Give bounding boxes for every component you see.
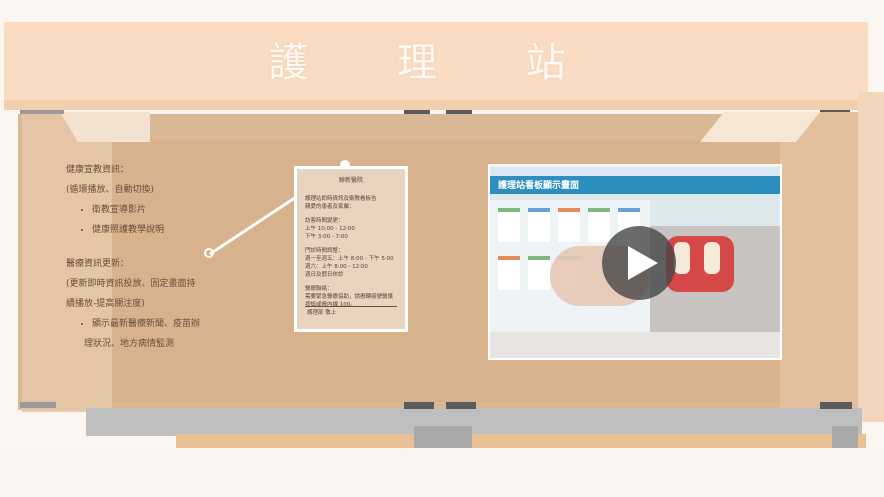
- clinic-sun: 週日及假日休診: [305, 272, 344, 278]
- clinic-title: 門診時間調整：: [305, 248, 344, 254]
- reminder-title: 醫療聯絡：: [305, 286, 333, 292]
- counter-base: [86, 408, 862, 436]
- visit-section: 訪客時間變更： 上午 10:00 - 12:00 下午 3:00 - 7:00: [305, 217, 397, 241]
- dashboard-card: [588, 208, 610, 242]
- visit-am: 上午 10:00 - 12:00: [305, 226, 355, 232]
- clinic-weekday: 週一至週五：上午 8:00 - 下午 5:00: [305, 256, 394, 262]
- clip-icon: [446, 402, 476, 409]
- callout-dot: [204, 248, 214, 258]
- booth-right-wall: [780, 112, 860, 412]
- medical-update-block: 醫療資訊更新： (更新即時資訊投放、固定畫面持 續播放-提高關注度) 顯示最新醫…: [66, 254, 226, 354]
- counter-base-edge: [176, 434, 866, 448]
- dashboard-card: [528, 208, 550, 242]
- notice-title: 聯新醫院: [338, 177, 363, 184]
- play-icon[interactable]: [628, 246, 658, 280]
- sign-title: 護 理 站: [268, 40, 604, 86]
- medical-update-item: 顯示最新醫療新聞、疫苗辦: [92, 314, 226, 334]
- medical-update-sub: (更新即時資訊投放、固定畫面持: [66, 279, 196, 289]
- notice-intro: 護理站即時資訊及衛教看板告 親愛的患者及家屬：: [305, 196, 377, 210]
- dashboard-card: [498, 208, 520, 242]
- video-footer: [490, 332, 780, 358]
- dashboard-card: [498, 256, 520, 290]
- visit-title: 訪客時間變更：: [305, 218, 344, 224]
- notice-footer: 護理部 敬上: [307, 310, 337, 316]
- divider: [305, 306, 397, 307]
- video-screen[interactable]: 護理站看板顯示畫面: [488, 164, 782, 360]
- medical-update-sub: 續播放-提高關注度): [66, 299, 145, 309]
- visit-pm: 下午 3:00 - 7:00: [305, 234, 348, 240]
- tooth-icon: [704, 242, 720, 274]
- clip-icon: [404, 402, 434, 409]
- tooth-icon: [674, 242, 690, 274]
- hinge-icon: [20, 402, 56, 408]
- hinge-icon: [20, 110, 64, 114]
- notice-card: 聯新醫院 護理站即時資訊及衛教看板告 親愛的患者及家屬： 訪客時間變更： 上午 …: [294, 166, 408, 332]
- clinic-section: 門診時間調整： 週一至週五：上午 8:00 - 下午 5:00 週六：上午 8:…: [305, 247, 397, 279]
- clip-icon: [820, 402, 852, 409]
- right-pillar: [858, 92, 884, 422]
- dashboard-card: [528, 256, 550, 290]
- clinic-sat: 週六：上午 8:00 - 12:00: [305, 264, 368, 270]
- video-header-text: 護理站看板顯示畫面: [498, 181, 580, 191]
- sign-beam: [4, 100, 868, 110]
- medical-update-item-cont: 理狀況、地方病情監測: [84, 339, 175, 349]
- floor: [0, 448, 884, 497]
- dashboard-card: [558, 208, 580, 242]
